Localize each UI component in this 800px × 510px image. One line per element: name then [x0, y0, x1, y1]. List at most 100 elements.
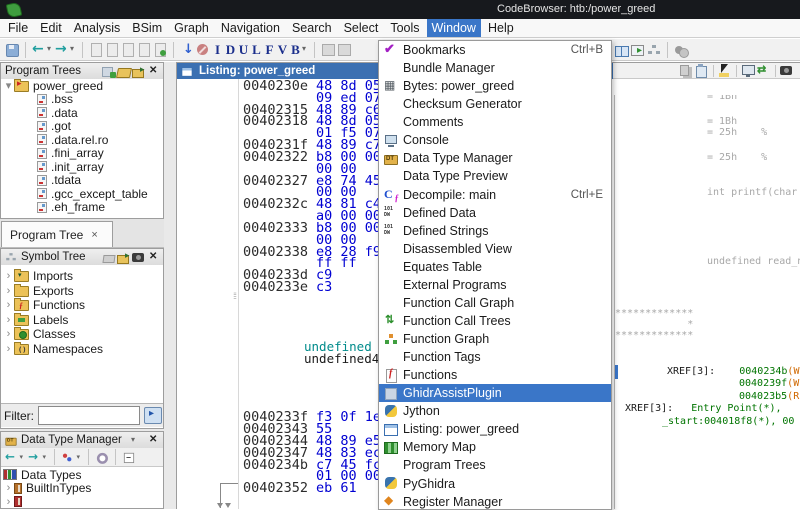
symbol-tree-header[interactable]: Symbol Tree: [1, 249, 163, 266]
save-icon[interactable]: [4, 42, 20, 57]
tree-item-builtintypes[interactable]: › BuiltInTypes: [1, 482, 163, 496]
menubar-item-graph[interactable]: Graph: [169, 19, 214, 37]
menu-item-jython[interactable]: Jython: [379, 402, 611, 420]
tree-item-exports[interactable]: ›Exports: [1, 284, 163, 299]
tree-item-fini-array[interactable]: .fini_array: [1, 147, 163, 161]
chevron-right-icon[interactable]: ›: [3, 285, 14, 297]
dtm-tree[interactable]: Data Types › BuiltInTypes ›: [1, 468, 163, 508]
tree-item-namespaces[interactable]: ›Namespaces: [1, 342, 163, 357]
flag-letter-d-button[interactable]: D: [224, 42, 237, 58]
menu-item-checksum-generator[interactable]: Checksum Generator: [379, 95, 611, 113]
page-icon[interactable]: [120, 42, 136, 57]
menu-item-function-call-trees[interactable]: Function Call Trees: [379, 312, 611, 330]
flag-letter-v-button[interactable]: V: [276, 42, 289, 58]
menubar-item-file[interactable]: File: [3, 19, 33, 37]
tab-close-icon[interactable]: ×: [91, 229, 97, 241]
tree-item-classes[interactable]: ›Classes: [1, 327, 163, 342]
flag-letter-l-button[interactable]: L: [250, 42, 263, 58]
monitor-refresh-icon[interactable]: [740, 63, 756, 78]
flag-letter-u-button[interactable]: U: [237, 42, 250, 58]
xref-address[interactable]: 0040239f: [739, 378, 787, 389]
back-arrow-icon[interactable]: [4, 451, 18, 464]
page-icon[interactable]: [88, 42, 104, 57]
close-icon[interactable]: [146, 433, 161, 448]
page-refresh-icon[interactable]: [152, 42, 168, 57]
no-entry-icon[interactable]: [195, 42, 211, 57]
camera-icon[interactable]: [131, 250, 146, 265]
flag-letter-f-button[interactable]: F: [263, 42, 276, 58]
function-out-icon[interactable]: [320, 42, 336, 57]
menu-item-data-type-preview[interactable]: Data Type Preview: [379, 167, 611, 185]
menu-item-functions[interactable]: Functions: [379, 366, 611, 384]
save-tree-icon[interactable]: [131, 64, 146, 79]
xref-address[interactable]: Entry Point(*),: [691, 403, 781, 414]
dropdown-caret[interactable]: [77, 451, 83, 464]
menubar-item-edit[interactable]: Edit: [35, 19, 67, 37]
menu-item-defined-strings[interactable]: Defined Strings: [379, 222, 611, 240]
forward-arrow-icon[interactable]: [54, 42, 70, 57]
dropdown-caret[interactable]: [47, 42, 54, 57]
copy-icon[interactable]: [678, 63, 694, 78]
chevron-right-icon[interactable]: ›: [3, 270, 14, 282]
save-tree-icon[interactable]: [116, 250, 131, 265]
dropdown-caret[interactable]: [70, 42, 77, 57]
flag-letter-i-button[interactable]: I: [211, 42, 224, 58]
menu-item-function-call-graph[interactable]: Function Call Graph: [379, 294, 611, 312]
menu-item-defined-data[interactable]: Defined Data: [379, 204, 611, 222]
menubar-item-search[interactable]: Search: [287, 19, 337, 37]
menubar-item-window[interactable]: Window: [427, 19, 481, 37]
symbol-tree[interactable]: ›Imports›Exports›Functions›Labels›Classe…: [1, 265, 163, 404]
sitemap-icon[interactable]: [646, 43, 662, 58]
menu-item-bundle-manager[interactable]: Bundle Manager: [379, 59, 611, 77]
menu-item-disassembled-view[interactable]: Disassembled View: [379, 240, 611, 258]
menubar-item-navigation[interactable]: Navigation: [216, 19, 285, 37]
new-tree-icon[interactable]: [101, 64, 116, 79]
drag-handle-icon[interactable]: ⁞⁞: [233, 291, 236, 301]
xref-address[interactable]: _start:004018f8(*), 00: [662, 416, 794, 427]
tree-item-tdata[interactable]: .tdata: [1, 174, 163, 188]
dropdown-caret[interactable]: [302, 42, 309, 57]
open-folder-icon[interactable]: [116, 64, 131, 79]
tree-item-power-greed[interactable]: ▾power_greed: [1, 79, 163, 93]
tab-program-tree[interactable]: Program Tree ×: [1, 221, 113, 247]
menu-item-decompile-main[interactable]: Decompile: mainCtrl+E: [379, 186, 611, 204]
menu-item-external-programs[interactable]: External Programs: [379, 276, 611, 294]
menu-item-bytes-power-greed[interactable]: Bytes: power_greed: [379, 77, 611, 95]
menu-item-ghidrassistplugin[interactable]: GhidrAssistPlugin: [379, 384, 611, 402]
menu-item-equates-table[interactable]: Equates Table: [379, 258, 611, 276]
menu-item-pyghidra[interactable]: PyGhidra: [379, 475, 611, 493]
edit-icon[interactable]: [101, 250, 116, 265]
chevron-right-icon[interactable]: ›: [3, 343, 14, 355]
program-trees-header[interactable]: Program Trees: [1, 63, 163, 80]
chevron-right-icon[interactable]: ›: [3, 299, 14, 311]
down-arrow-icon[interactable]: [179, 42, 195, 57]
menu-item-register-manager[interactable]: Register Manager: [379, 493, 611, 510]
tree-item-data[interactable]: .data: [1, 106, 163, 120]
close-icon[interactable]: [146, 250, 161, 265]
back-arrow-icon[interactable]: [31, 42, 47, 57]
program-tree[interactable]: ▾power_greed.bss.data.got.data.rel.ro.fi…: [1, 79, 163, 214]
menubar-item-analysis[interactable]: Analysis: [69, 19, 126, 37]
forward-arrow-icon[interactable]: [27, 451, 41, 464]
chevron-right-icon[interactable]: ›: [3, 314, 14, 326]
menu-item-program-trees[interactable]: Program Trees: [379, 456, 611, 474]
dtm-header[interactable]: Data Type Manager: [1, 432, 163, 449]
tree-item-functions[interactable]: ›Functions: [1, 298, 163, 313]
menu-item-data-type-manager[interactable]: Data Type Manager: [379, 149, 611, 167]
close-icon[interactable]: [146, 64, 161, 79]
chevron-right-icon[interactable]: ›: [3, 482, 14, 494]
flag-letter-b-button[interactable]: B: [289, 42, 302, 58]
tree-item-data-rel-ro[interactable]: .data.rel.ro: [1, 133, 163, 147]
xref-address[interactable]: 004023b5: [739, 391, 787, 402]
menubar-item-tools[interactable]: Tools: [385, 19, 424, 37]
tree-item-labels[interactable]: ›Labels: [1, 313, 163, 328]
menu-item-memory-map[interactable]: Memory Map: [379, 438, 611, 456]
menubar-item-help[interactable]: Help: [483, 19, 519, 37]
sync-arrows-icon[interactable]: [756, 63, 772, 78]
menu-item-listing-power-greed[interactable]: Listing: power_greed: [379, 420, 611, 438]
chevron-down-icon[interactable]: ▾: [3, 79, 14, 92]
page-icon[interactable]: [136, 42, 152, 57]
tree-item-partial[interactable]: ›: [1, 495, 163, 508]
page-icon[interactable]: [104, 42, 120, 57]
dropdown-caret[interactable]: [131, 433, 146, 448]
